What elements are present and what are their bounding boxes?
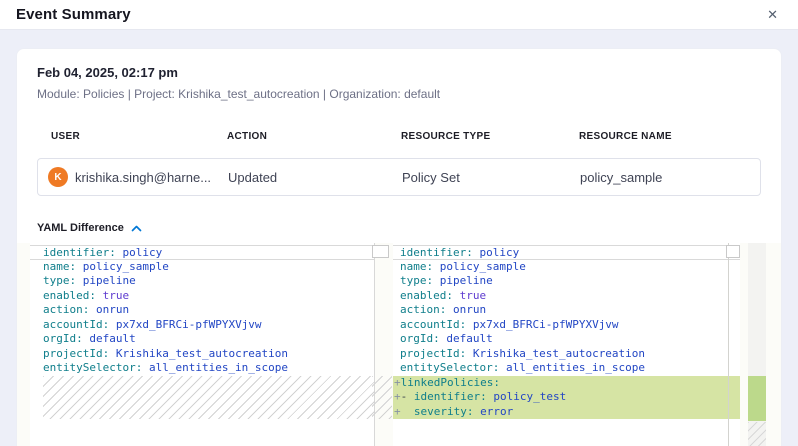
diff-overview-ruler[interactable] <box>748 243 766 446</box>
yaml-diff-viewer: identifier: policyname: policy_sampletyp… <box>17 243 781 446</box>
code-line: name: policy_sample <box>30 260 374 275</box>
column-header-user: USER <box>37 131 227 142</box>
code-line: projectId: Krishika_test_autocreation <box>393 347 740 362</box>
table-row: K krishika.singh@harne... Updated Policy… <box>37 158 761 196</box>
code-line: entitySelector: all_entities_in_scope <box>30 361 374 376</box>
code-line: action: onrun <box>393 303 740 318</box>
ruler-hatch <box>748 422 766 446</box>
chevron-up-icon <box>131 225 142 232</box>
code-line: enabled: true <box>30 289 374 304</box>
code-line: entitySelector: all_entities_in_scope <box>393 361 740 376</box>
yaml-difference-label: YAML Difference <box>37 222 124 234</box>
user-email: krishika.singh@harne... <box>75 170 211 185</box>
column-header-resource-type: RESOURCE TYPE <box>401 131 579 142</box>
column-header-resource-name: RESOURCE NAME <box>579 131 761 142</box>
code-line: accountId: px7xd_BFRCi-pfWPYXVjvw <box>30 318 374 333</box>
scrollbar-track-line <box>728 243 729 446</box>
code-line: type: pipeline <box>393 274 740 289</box>
code-line: name: policy_sample <box>393 260 740 275</box>
diff-gutter-corner <box>372 245 389 258</box>
code-line: identifier: policy <box>30 245 374 260</box>
resource-type-cell: Policy Set <box>402 170 580 185</box>
resource-name-cell: policy_sample <box>580 170 760 185</box>
code-line: +linkedPolicies: <box>393 376 740 391</box>
modal-body: Feb 04, 2025, 02:17 pm Module: Policies … <box>0 30 798 446</box>
collapsed-lines-hatch <box>43 376 375 420</box>
event-meta: Module: Policies | Project: Krishika_tes… <box>37 87 761 101</box>
code-line: orgId: default <box>30 332 374 347</box>
column-header-action: ACTION <box>227 131 401 142</box>
code-line: orgId: default <box>393 332 740 347</box>
diff-gutter-hatch <box>372 376 392 420</box>
code-line: action: onrun <box>30 303 374 318</box>
audit-table-header: USER ACTION RESOURCE TYPE RESOURCE NAME <box>37 131 761 142</box>
code-line: +- identifier: policy_test <box>393 390 740 405</box>
code-line: enabled: true <box>393 289 740 304</box>
user-cell: K krishika.singh@harne... <box>38 167 228 187</box>
avatar: K <box>48 167 68 187</box>
code-line: projectId: Krishika_test_autocreation <box>30 347 374 362</box>
yaml-difference-toggle[interactable]: YAML Difference <box>37 222 761 234</box>
diff-pane-new[interactable]: identifier: policyname: policy_sampletyp… <box>393 243 740 446</box>
code-line: + severity: error <box>393 405 740 420</box>
close-icon[interactable]: ✕ <box>763 6 782 23</box>
page-title: Event Summary <box>16 6 131 23</box>
action-cell: Updated <box>228 170 402 185</box>
scrollbar-corner <box>726 245 740 258</box>
diff-pane-old[interactable]: identifier: policyname: policy_sampletyp… <box>30 243 375 446</box>
event-summary-card: Feb 04, 2025, 02:17 pm Module: Policies … <box>16 48 782 446</box>
code-line: accountId: px7xd_BFRCi-pfWPYXVjvw <box>393 318 740 333</box>
code-line: identifier: policy <box>393 245 740 260</box>
code-line: type: pipeline <box>30 274 374 289</box>
added-change-marker <box>748 376 766 422</box>
event-date: Feb 04, 2025, 02:17 pm <box>37 65 761 80</box>
modal-header: Event Summary ✕ <box>0 0 798 30</box>
